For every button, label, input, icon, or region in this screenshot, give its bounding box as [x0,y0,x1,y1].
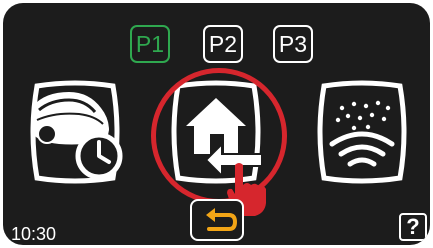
park-home-tile[interactable] [166,78,266,186]
mower-schedule-icon [30,80,123,184]
back-button[interactable] [190,199,244,241]
clock-time: 10:30 [11,224,57,244]
program-p3-button[interactable]: P3 [273,25,313,63]
rain-sensor-icon [317,80,407,184]
help-button[interactable]: ? [399,213,427,241]
back-arrow-icon [206,208,238,231]
program-p1-button[interactable]: P1 [130,25,170,63]
program-p2-button[interactable]: P2 [203,25,243,63]
schedule-tile[interactable] [25,78,125,186]
park-home-icon [171,80,263,184]
mower-display-screen: P1 P2 P3 10:30 ? [3,3,430,245]
rain-sensor-tile[interactable] [312,78,412,186]
